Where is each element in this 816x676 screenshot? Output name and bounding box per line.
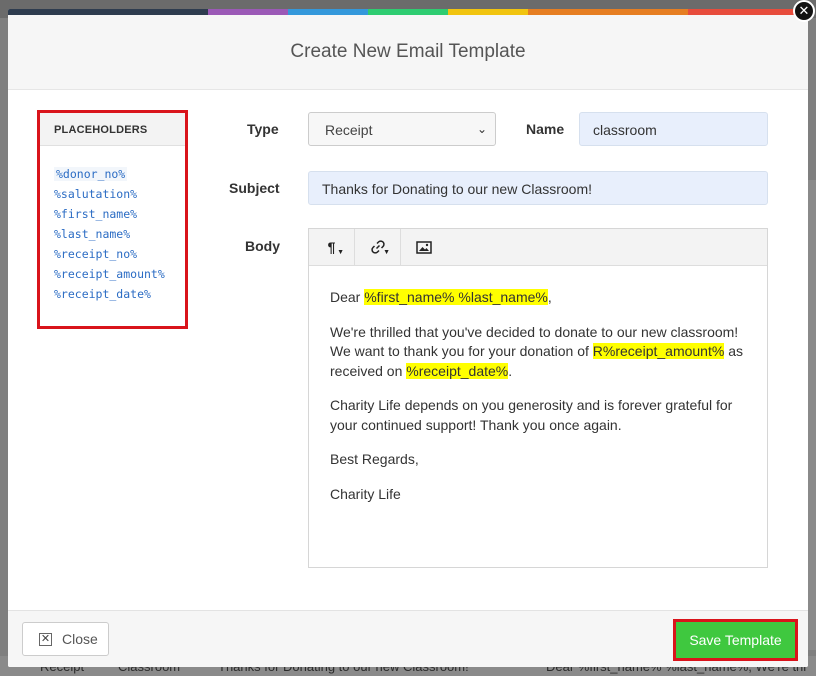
editor-toolbar: ¶ ▼ ▼ xyxy=(309,229,767,266)
body-paragraph: Charity Life depends on you generosity a… xyxy=(330,397,733,433)
placeholder-item[interactable]: %receipt_date% xyxy=(54,284,185,304)
type-select[interactable]: Receipt ⌄ xyxy=(308,112,496,146)
create-template-modal: Create New Email Template PLACEHOLDERS %… xyxy=(8,9,808,667)
highlighted-placeholder: %first_name% %last_name% xyxy=(364,289,548,305)
subject-label: Subject xyxy=(229,180,280,196)
color-stripe xyxy=(8,9,808,15)
modal-header: Create New Email Template xyxy=(8,15,808,90)
body-paragraph: Dear %first_name% %last_name%, xyxy=(330,289,552,305)
background-column xyxy=(807,180,816,650)
placeholder-item[interactable]: %salutation% xyxy=(54,184,185,204)
image-button[interactable] xyxy=(401,229,447,265)
highlighted-placeholder: %receipt_date% xyxy=(406,362,509,379)
modal-title: Create New Email Template xyxy=(290,41,526,62)
placeholders-list: %donor_no% %salutation% %first_name% %la… xyxy=(40,146,185,304)
body-paragraph: We're thrilled that you've decided to do… xyxy=(330,323,743,379)
save-highlight: Save Template xyxy=(673,619,798,661)
editor-content[interactable]: Dear %first_name% %last_name%, We're thr… xyxy=(309,266,767,504)
placeholders-heading: PLACEHOLDERS xyxy=(40,113,185,146)
type-select-value: Receipt xyxy=(325,122,373,138)
paragraph-icon: ¶ xyxy=(327,239,336,255)
placeholder-item[interactable]: %first_name% xyxy=(54,204,185,224)
name-label: Name xyxy=(526,121,565,137)
caret-down-icon: ▼ xyxy=(383,249,390,256)
link-button[interactable]: ▼ xyxy=(355,229,401,265)
stripe-segment xyxy=(8,9,208,15)
close-button[interactable]: ✕ Close xyxy=(22,622,109,656)
chevron-down-icon: ⌄ xyxy=(476,122,487,136)
highlighted-placeholder: R%receipt_amount% xyxy=(592,343,725,359)
caret-down-icon: ▼ xyxy=(337,249,344,256)
stripe-segment xyxy=(528,9,688,15)
type-label: Type xyxy=(247,121,279,137)
stripe-segment xyxy=(208,9,288,15)
stripe-segment xyxy=(448,9,528,15)
paragraph-button[interactable]: ¶ ▼ xyxy=(309,229,355,265)
stripe-segment xyxy=(368,9,448,15)
placeholder-item[interactable]: %last_name% xyxy=(54,224,185,244)
close-button-label: Close xyxy=(62,631,98,647)
subject-input[interactable]: Thanks for Donating to our new Classroom… xyxy=(308,171,768,205)
body-editor[interactable]: ¶ ▼ ▼ Dear %first_name% %last_name%, We'… xyxy=(308,228,768,568)
placeholders-panel: PLACEHOLDERS %donor_no% %salutation% %fi… xyxy=(37,110,188,329)
stripe-segment xyxy=(288,9,368,15)
image-icon xyxy=(416,240,432,254)
name-input[interactable]: classroom xyxy=(579,112,768,146)
close-modal-icon[interactable]: ✕ xyxy=(793,0,815,22)
save-template-button[interactable]: Save Template xyxy=(676,622,795,658)
close-icon: ✕ xyxy=(39,632,52,646)
modal-footer: ✕ Close Save Template xyxy=(8,610,808,667)
placeholder-item[interactable]: %receipt_no% xyxy=(54,244,185,264)
placeholder-item[interactable]: %receipt_amount% xyxy=(54,264,185,284)
modal-body: PLACEHOLDERS %donor_no% %salutation% %fi… xyxy=(8,90,808,616)
stripe-segment xyxy=(688,9,808,15)
body-paragraph: Charity Life xyxy=(330,485,401,502)
body-label: Body xyxy=(245,238,280,254)
body-paragraph: Best Regards, xyxy=(330,451,419,467)
placeholder-item[interactable]: %donor_no% xyxy=(54,164,185,184)
